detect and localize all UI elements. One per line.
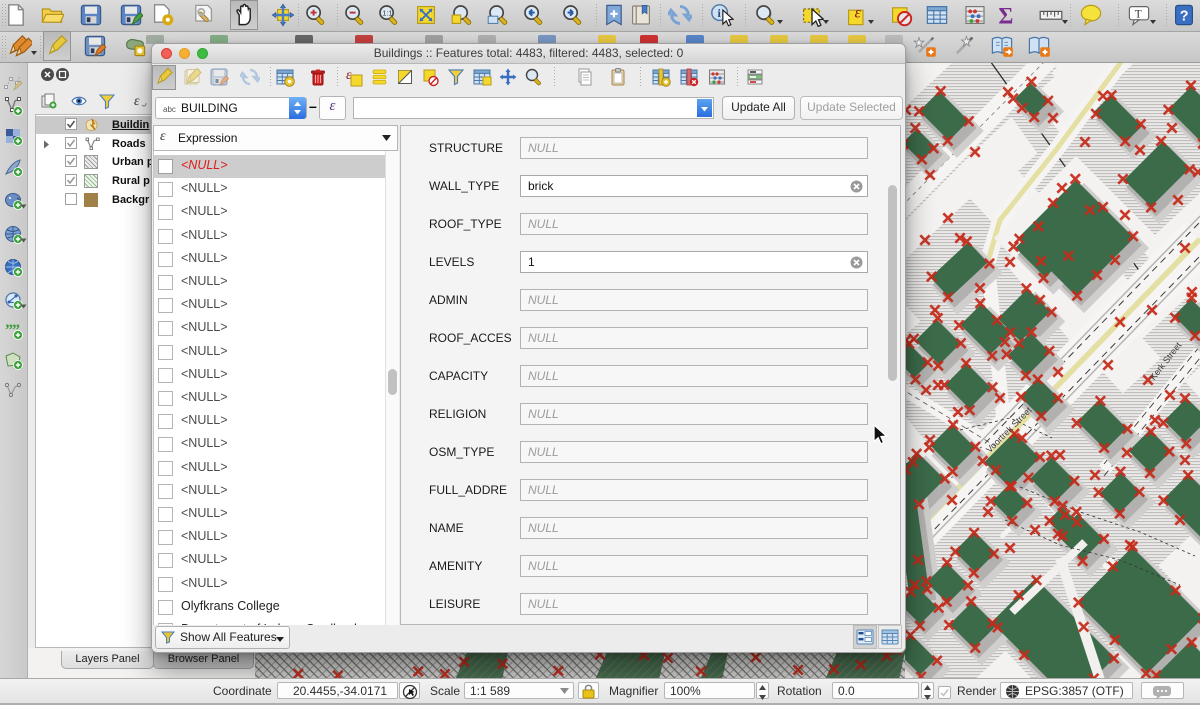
svg-text:T: T: [1135, 8, 1142, 20]
svg-text:Σ: Σ: [998, 3, 1013, 27]
svg-text:ε: ε: [134, 94, 140, 109]
svg-text:ε: ε: [855, 4, 862, 21]
svg-text:ε: ε: [346, 68, 352, 83]
svg-text:1:1: 1:1: [382, 9, 392, 18]
svg-text:?: ?: [1180, 8, 1189, 24]
